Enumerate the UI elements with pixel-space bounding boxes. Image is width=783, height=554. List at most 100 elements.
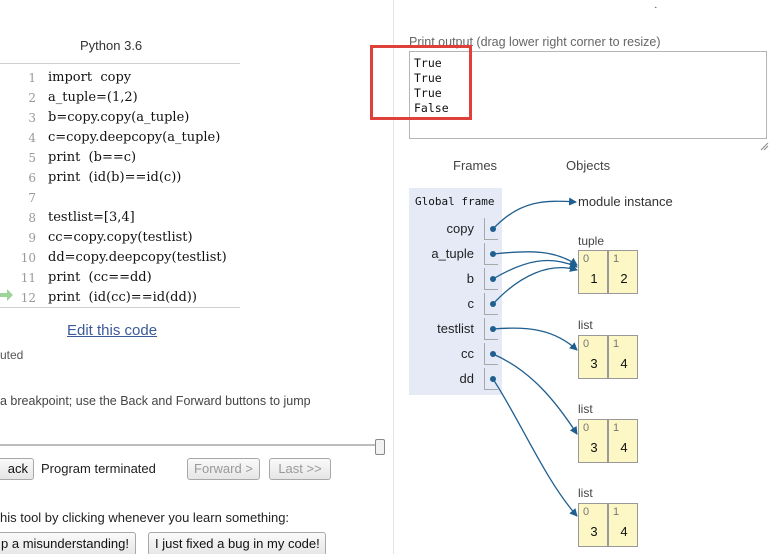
cell-index: 1 bbox=[613, 422, 620, 434]
misunderstanding-button[interactable]: p a misunderstanding! bbox=[0, 532, 136, 554]
line-number: 12 bbox=[20, 291, 36, 305]
code-text: testlist=[3,4] bbox=[48, 210, 135, 225]
cell-value: 4 bbox=[620, 440, 628, 455]
variable-slot bbox=[484, 293, 498, 315]
code-text: cc=copy.copy(testlist) bbox=[48, 230, 193, 245]
arrow-dd bbox=[492, 378, 578, 517]
code-line: 7 bbox=[0, 188, 240, 208]
cell-index: 1 bbox=[613, 506, 620, 518]
frames-header: Frames bbox=[453, 158, 498, 173]
tuple-cell: 01 bbox=[578, 250, 608, 294]
line-number: 11 bbox=[20, 271, 36, 285]
slider-track bbox=[0, 444, 378, 446]
code-text: dd=copy.deepcopy(testlist) bbox=[48, 250, 227, 265]
variable-c: c bbox=[467, 296, 475, 311]
top-cutoff-strip bbox=[0, 0, 783, 8]
variable-dd: dd bbox=[459, 371, 474, 386]
fixed-bug-button[interactable]: I just fixed a bug in my code! bbox=[148, 532, 326, 554]
arrow-cc bbox=[492, 353, 578, 435]
current-line-arrow-icon bbox=[0, 288, 14, 302]
list-cell: 14 bbox=[608, 335, 638, 379]
execution-slider[interactable] bbox=[0, 439, 385, 455]
code-line: 3 b=copy.copy(a_tuple) bbox=[0, 108, 240, 128]
code-text: b=copy.copy(a_tuple) bbox=[48, 110, 190, 125]
object-type-label: list bbox=[578, 486, 593, 500]
list-cell: 03 bbox=[578, 335, 608, 379]
code-text: import copy bbox=[48, 70, 132, 85]
line-number: 4 bbox=[28, 131, 36, 145]
object-type-label: tuple bbox=[578, 234, 605, 248]
object-type-label: list bbox=[578, 318, 593, 332]
variable-a-tuple: a_tuple bbox=[431, 246, 474, 261]
slider-handle[interactable] bbox=[375, 439, 385, 455]
code-line: 8 testlist=[3,4] bbox=[0, 208, 240, 228]
cell-value: 4 bbox=[620, 524, 628, 539]
cell-index: 0 bbox=[583, 253, 590, 265]
arrow-copy bbox=[492, 197, 577, 230]
code-line: 11 print (cc==dd) bbox=[0, 268, 240, 288]
objects-header: Objects bbox=[566, 158, 611, 173]
code-listing: 1 import copy 2 a_tuple=(1,2) 3 b=copy.copy… bbox=[0, 63, 240, 308]
arrow-a-tuple bbox=[492, 251, 578, 266]
code-line: 10 dd=copy.deepcopy(testlist) bbox=[0, 248, 240, 268]
list-cell: 03 bbox=[578, 419, 608, 463]
program-status: Program terminated bbox=[41, 461, 156, 476]
line-number: 6 bbox=[28, 171, 36, 185]
variable-slot bbox=[484, 218, 498, 240]
code-text: c=copy.deepcopy(a_tuple) bbox=[48, 130, 221, 145]
cell-index: 0 bbox=[583, 422, 590, 434]
edit-code-link[interactable]: Edit this code bbox=[67, 322, 157, 339]
code-line: 2 a_tuple=(1,2) bbox=[0, 88, 240, 108]
line-number: 8 bbox=[28, 211, 36, 225]
cell-value: 1 bbox=[590, 271, 598, 286]
resize-grip-icon[interactable] bbox=[759, 138, 769, 151]
cell-value: 3 bbox=[590, 356, 598, 371]
variable-slot bbox=[484, 243, 498, 265]
back-button[interactable]: ack bbox=[0, 458, 34, 480]
line-number: 1 bbox=[28, 71, 36, 85]
last-button[interactable]: Last >> bbox=[269, 458, 331, 480]
module-instance-label: module instance bbox=[578, 194, 673, 209]
cell-index: 0 bbox=[583, 338, 590, 350]
cell-index: 1 bbox=[613, 253, 620, 265]
variable-cc: cc bbox=[461, 346, 474, 361]
line-number: 7 bbox=[28, 191, 36, 205]
line-number: 3 bbox=[28, 111, 36, 125]
code-text: a_tuple=(1,2) bbox=[48, 90, 138, 105]
arrow-b bbox=[492, 259, 578, 280]
object-type-label: list bbox=[578, 402, 593, 416]
variable-copy: copy bbox=[446, 221, 474, 236]
variable-testlist: testlist bbox=[437, 321, 474, 336]
cell-value: 4 bbox=[620, 356, 628, 371]
code-text: print (id(cc)==id(dd)) bbox=[48, 290, 197, 305]
list-cell: 03 bbox=[578, 503, 608, 547]
line-number: 2 bbox=[28, 91, 36, 105]
code-text: print (cc==dd) bbox=[48, 270, 152, 285]
feedback-prompt: his tool by clicking whenever you learn … bbox=[0, 510, 290, 525]
cell-value: 2 bbox=[620, 271, 628, 286]
line-number: 5 bbox=[28, 151, 36, 165]
code-line: 5 print (b==c) bbox=[0, 148, 240, 168]
list-cell: 14 bbox=[608, 503, 638, 547]
line-number: 10 bbox=[20, 251, 36, 265]
cell-index: 0 bbox=[583, 506, 590, 518]
code-line: 1 import copy bbox=[0, 68, 240, 88]
line-number: 9 bbox=[28, 231, 36, 245]
language-label: Python 3.6 bbox=[80, 38, 143, 53]
arrow-testlist bbox=[492, 327, 578, 351]
variable-slot bbox=[484, 318, 498, 340]
code-text: print (id(b)==id(c)) bbox=[48, 170, 182, 185]
cell-value: 3 bbox=[590, 440, 598, 455]
code-line-current: 12 print (id(cc)==id(dd)) bbox=[0, 288, 240, 308]
highlight-annotation-box bbox=[370, 45, 472, 120]
code-line: 9 cc=copy.copy(testlist) bbox=[0, 228, 240, 248]
list-cell: 14 bbox=[608, 419, 638, 463]
frame-title: Global frame bbox=[415, 195, 495, 208]
code-text: print (b==c) bbox=[48, 150, 137, 165]
breakpoint-instructions: a breakpoint; use the Back and Forward b… bbox=[0, 394, 311, 408]
execution-note: uted bbox=[0, 348, 24, 362]
variable-slot bbox=[484, 368, 498, 390]
forward-button[interactable]: Forward > bbox=[187, 458, 260, 480]
code-line: 4 c=copy.deepcopy(a_tuple) bbox=[0, 128, 240, 148]
code-line: 6 print (id(b)==id(c)) bbox=[0, 168, 240, 188]
